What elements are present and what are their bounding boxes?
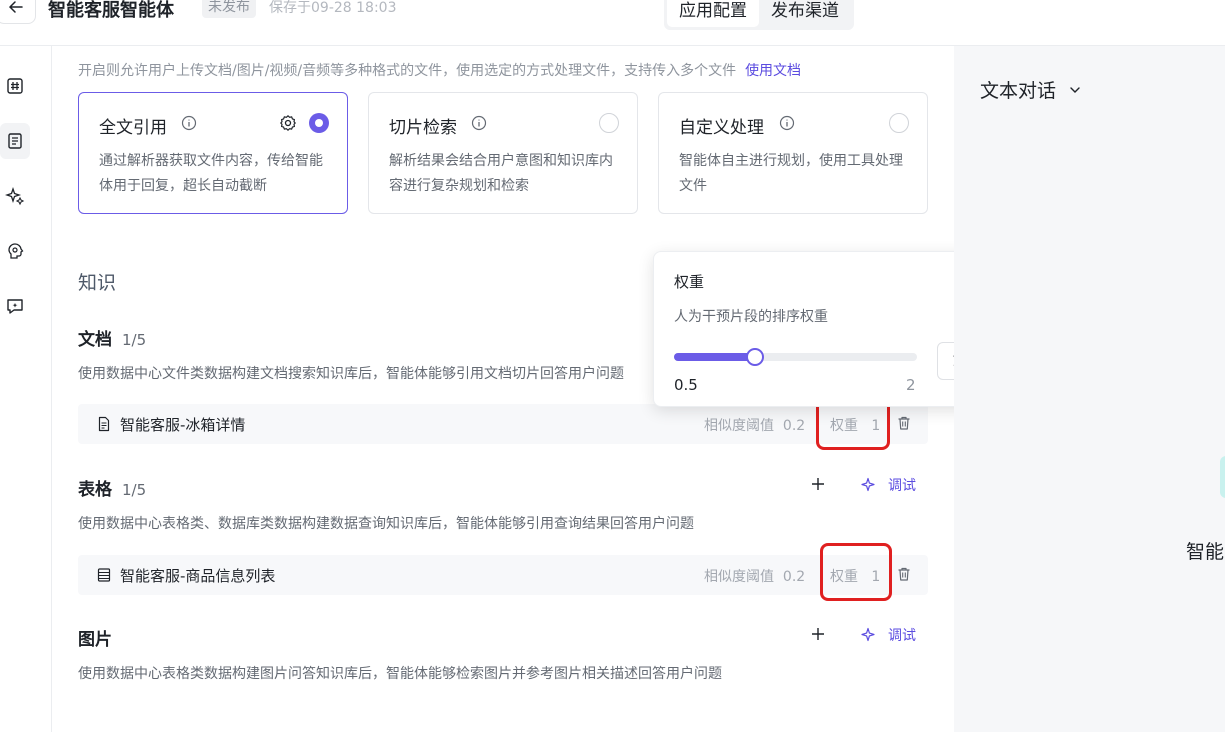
popover-desc: 人为干预片段的排序权重 bbox=[674, 309, 828, 325]
table-row[interactable]: 智能客服-商品信息列表 相似度阈值 0.2 权重 1 bbox=[78, 555, 928, 595]
highlight-box bbox=[820, 543, 892, 601]
images-title: 图片 bbox=[78, 630, 112, 650]
images-desc: 使用数据中心表格类数据构建图片问答知识库后，智能体能够检索图片并参考图片相关描述… bbox=[78, 666, 722, 682]
radio-unselected[interactable] bbox=[599, 113, 619, 133]
chat-mode-select[interactable]: 文本对话 bbox=[980, 76, 1082, 103]
doc-row[interactable]: 智能客服-冰箱详情 相似度阈值 0.2 权重 1 bbox=[78, 404, 928, 444]
chat-mode-label: 文本对话 bbox=[980, 80, 1057, 102]
hash-icon bbox=[7, 78, 23, 94]
chat-bubble-icon bbox=[7, 299, 23, 314]
card-desc: 通过解析器获取文件内容，传给智能体用于回复，超长自动截断 bbox=[99, 153, 323, 194]
top-header: 智能客服智能体 未发布 保存于09-28 18:03 应用配置 发布渠道 bbox=[0, 0, 1225, 46]
upload-hint-text: 开启则允许用户上传文档/图片/视频/音频等多种格式的文件，使用选定的方式处理文件… bbox=[78, 63, 737, 79]
rail-item-memory[interactable] bbox=[0, 233, 30, 269]
slider-min: 0.5 bbox=[674, 376, 698, 394]
slider-max: 2 bbox=[906, 376, 916, 394]
sparkle-icon bbox=[861, 627, 875, 642]
docs-count: 1/5 bbox=[122, 331, 147, 349]
info-icon bbox=[471, 115, 487, 131]
sim-label: 相似度阈值 bbox=[704, 569, 774, 585]
docs-title: 文档 1/5 bbox=[78, 325, 146, 350]
card-desc: 解析结果会结合用户意图和知识库内容进行复杂规划和检索 bbox=[389, 153, 613, 194]
list-icon bbox=[97, 568, 111, 582]
sim-value: 0.2 bbox=[782, 418, 806, 434]
tables-title-text: 表格 bbox=[78, 480, 112, 500]
rail-item-chat[interactable] bbox=[0, 288, 30, 324]
trash-icon[interactable] bbox=[896, 415, 912, 431]
gear-icon[interactable] bbox=[279, 114, 297, 132]
info-icon bbox=[181, 115, 197, 131]
radio-unselected[interactable] bbox=[889, 113, 909, 133]
doc-link[interactable]: 使用文档 bbox=[745, 63, 801, 79]
images-debug-button[interactable]: 调试 bbox=[860, 625, 916, 645]
card-title: 自定义处理 bbox=[679, 118, 764, 138]
mode-card-custom[interactable]: 自定义处理 智能体自主进行规划，使用工具处理文件 bbox=[658, 92, 928, 214]
left-icon-rail bbox=[0, 46, 52, 732]
sim-value: 0.2 bbox=[782, 569, 806, 585]
knowledge-section-title: 知识 bbox=[78, 272, 117, 294]
table-name: 智能客服-商品信息列表 bbox=[120, 567, 276, 585]
tab-publish-channel[interactable]: 发布渠道 bbox=[759, 0, 851, 27]
similarity-threshold: 相似度阈值 0.2 bbox=[704, 566, 805, 586]
tables-count: 1/5 bbox=[122, 481, 147, 499]
sparkle-icon bbox=[5, 186, 25, 206]
mode-card-full-text[interactable]: 全文引用 通过解析器获取文件内容，传给智能体用于回复，超长自动截断 bbox=[78, 92, 348, 214]
app-title: 智能客服智能体 bbox=[48, 0, 174, 21]
tables-title: 表格 1/5 bbox=[78, 475, 146, 500]
top-tabs: 应用配置 发布渠道 bbox=[664, 0, 854, 30]
plus-icon[interactable] bbox=[810, 626, 826, 642]
back-button[interactable] bbox=[0, 0, 36, 24]
docs-title-text: 文档 bbox=[78, 330, 112, 350]
preview-panel: 文本对话 智能 bbox=[954, 46, 1225, 732]
similarity-threshold: 相似度阈值 0.2 bbox=[704, 415, 805, 435]
slider-handle[interactable] bbox=[745, 348, 764, 366]
tables-desc: 使用数据中心表格类、数据库类数据构建数据查询知识库后，智能体能够引用查询结果回答… bbox=[78, 516, 694, 532]
agent-name: 智能 bbox=[1186, 541, 1225, 563]
rail-item-variables[interactable] bbox=[0, 68, 30, 104]
doc-name: 智能客服-冰箱详情 bbox=[120, 416, 246, 434]
document-icon bbox=[8, 133, 22, 149]
saved-time: 保存于09-28 18:03 bbox=[269, 0, 397, 16]
popover-title: 权重 bbox=[674, 273, 705, 291]
mode-card-chunk-retrieval[interactable]: 切片检索 解析结果会结合用户意图和知识库内容进行复杂规划和检索 bbox=[368, 92, 638, 214]
avatar-edge bbox=[1220, 456, 1225, 498]
rail-item-skills[interactable] bbox=[0, 178, 30, 214]
weight-slider[interactable] bbox=[674, 348, 917, 366]
upload-hint: 开启则允许用户上传文档/图片/视频/音频等多种格式的文件，使用选定的方式处理文件… bbox=[78, 60, 801, 80]
rail-item-knowledge[interactable] bbox=[0, 123, 30, 159]
card-title: 全文引用 bbox=[99, 118, 167, 138]
card-title: 切片检索 bbox=[389, 118, 457, 138]
status-badge: 未发布 bbox=[202, 0, 256, 18]
chevron-down-icon bbox=[1070, 86, 1080, 93]
radio-selected[interactable] bbox=[309, 113, 329, 133]
tab-app-config[interactable]: 应用配置 bbox=[667, 0, 759, 27]
debug-label: 调试 bbox=[888, 628, 916, 644]
info-icon bbox=[779, 115, 795, 131]
brain-icon bbox=[8, 243, 24, 259]
trash-icon[interactable] bbox=[896, 566, 912, 582]
slider-fill bbox=[674, 353, 755, 361]
docs-desc: 使用数据中心文件类数据构建文档搜索知识库后，智能体能够引用文档切片回答用户问题 bbox=[78, 366, 624, 382]
debug-label: 调试 bbox=[888, 478, 916, 494]
arrow-left-icon bbox=[8, 1, 23, 13]
file-icon bbox=[98, 416, 110, 432]
tables-debug-button[interactable]: 调试 bbox=[860, 475, 916, 495]
sim-label: 相似度阈值 bbox=[704, 418, 774, 434]
plus-icon[interactable] bbox=[810, 476, 826, 492]
sparkle-icon bbox=[861, 477, 875, 492]
card-desc: 智能体自主进行规划，使用工具处理文件 bbox=[679, 153, 903, 194]
